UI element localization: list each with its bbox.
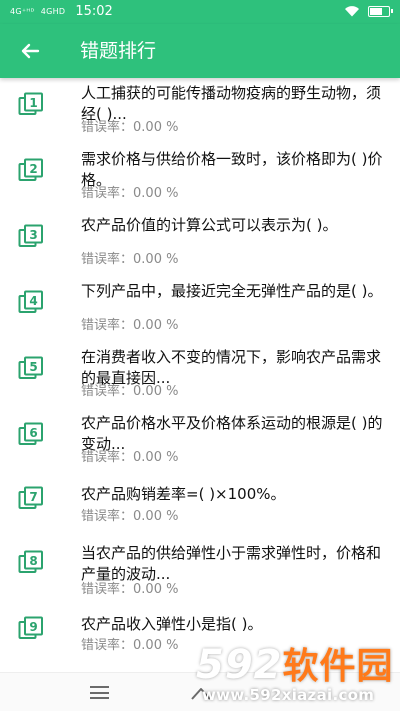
home-icon[interactable] [190, 685, 212, 701]
system-nav-bar [0, 672, 400, 711]
rank-number: 9 [29, 620, 37, 634]
error-rate-value: 0.00 % [133, 509, 179, 524]
error-rate-label: 错误率： [81, 318, 134, 333]
error-rate-label: 错误率： [81, 638, 134, 653]
rank-number: 4 [29, 294, 37, 308]
status-left: 4G⁺ᴴᴰ 4GHD 15:02 [10, 4, 113, 19]
error-rate-line: 错误率：0.00 % [81, 252, 178, 268]
question-text: 需求价格与供给价格一致时，该价格即为( )价格。 [81, 150, 383, 189]
question-text: 当农产品的供给弹性小于需求弹性时，价格和产量的波动... [81, 544, 382, 583]
error-rate-line: 错误率：0.00 % [81, 582, 178, 598]
list-item[interactable]: 2 需求价格与供给价格一致时，该价格即为( )价格。 错误率：0.00 % [0, 144, 400, 210]
menu-icon[interactable] [90, 686, 109, 699]
arrow-left-icon[interactable] [16, 37, 44, 65]
question-text: 农产品收入弹性小是指( )。 [81, 615, 263, 633]
status-bar: 4G⁺ᴴᴰ 4GHD 15:02 [0, 0, 400, 24]
list-item[interactable]: 9 农产品收入弹性小是指( )。 错误率：0.00 % [0, 606, 400, 672]
list-item[interactable]: 6 农产品价格水平及价格体系运动的根源是( )的变动... 错误率：0.00 % [0, 408, 400, 474]
list-item[interactable]: 5 在消费者收入不变的情况下，影响农产品需求的最直接因... 错误率：0.00 … [0, 342, 400, 408]
status-time: 15:02 [75, 4, 113, 19]
error-rate-line: 错误率：0.00 % [81, 450, 178, 466]
battery-icon [368, 5, 393, 17]
list-item[interactable]: 1 人工捕获的可能传播动物疫病的野生动物，须经( )... 错误率：0.00 % [0, 78, 400, 144]
page-title: 错题排行 [80, 40, 157, 62]
error-rate-value: 0.00 % [133, 638, 179, 653]
rank-number: 2 [29, 162, 37, 176]
error-rate-label: 错误率： [81, 384, 134, 399]
error-rate-line: 错误率：0.00 % [81, 318, 178, 334]
error-rate-value: 0.00 % [133, 186, 179, 201]
rank-number: 3 [29, 228, 37, 242]
wifi-icon [345, 6, 359, 17]
error-rate-label: 错误率： [81, 120, 134, 135]
error-rate-label: 错误率： [81, 252, 134, 267]
question-text: 农产品购销差率=( )×100%。 [81, 485, 286, 503]
question-text: 在消费者收入不变的情况下，影响农产品需求的最直接因... [81, 348, 382, 387]
rank-8-icon: 8 [18, 550, 44, 574]
list-item[interactable]: 4 下列产品中，最接近完全无弹性产品的是( )。 错误率：0.00 % [0, 276, 400, 342]
rank-6-icon: 6 [18, 422, 44, 446]
rank-9-icon: 9 [18, 616, 44, 640]
status-right [344, 5, 393, 17]
error-rate-value: 0.00 % [133, 582, 179, 597]
rank-number: 8 [29, 554, 37, 568]
rank-5-icon: 5 [18, 356, 44, 380]
error-rate-line: 错误率：0.00 % [81, 186, 178, 202]
rank-2-icon: 2 [18, 158, 44, 182]
error-rate-line: 错误率：0.00 % [81, 509, 178, 525]
rank-3-icon: 3 [18, 224, 44, 248]
question-text: 下列产品中，最接近完全无弹性产品的是( )。 [81, 282, 383, 300]
rank-4-icon: 4 [18, 290, 44, 314]
error-rate-line: 错误率：0.00 % [81, 120, 178, 136]
list-item[interactable]: 8 当农产品的供给弹性小于需求弹性时，价格和产量的波动... 错误率：0.00 … [0, 540, 400, 606]
error-rate-value: 0.00 % [133, 384, 179, 399]
rank-number: 1 [29, 96, 37, 110]
rank-number: 5 [29, 360, 37, 374]
rank-number: 7 [29, 490, 37, 504]
error-rate-value: 0.00 % [133, 120, 179, 135]
signal-indicator-2: 4GHD [40, 6, 66, 16]
error-rate-value: 0.00 % [133, 450, 179, 465]
error-rate-value: 0.00 % [133, 318, 179, 333]
error-rate-label: 错误率： [81, 509, 134, 524]
error-rate-label: 错误率： [81, 186, 134, 201]
wrong-question-list: 1 人工捕获的可能传播动物疫病的野生动物，须经( )... 错误率：0.00 %… [0, 78, 400, 672]
rank-1-icon: 1 [18, 92, 44, 116]
list-item[interactable]: 3 农产品价值的计算公式可以表示为( )。 错误率：0.00 % [0, 210, 400, 276]
rank-number: 6 [29, 426, 37, 440]
signal-indicator-1: 4G⁺ᴴᴰ [10, 6, 35, 16]
error-rate-label: 错误率： [81, 450, 134, 465]
error-rate-line: 错误率：0.00 % [81, 638, 178, 654]
rank-7-icon: 7 [18, 486, 44, 510]
error-rate-value: 0.00 % [133, 252, 179, 267]
error-rate-label: 错误率： [81, 582, 134, 597]
error-rate-line: 错误率：0.00 % [81, 384, 178, 400]
list-item[interactable]: 7 农产品购销差率=( )×100%。 错误率：0.00 % [0, 474, 400, 540]
question-text: 人工捕获的可能传播动物疫病的野生动物，须经( )... [81, 84, 382, 123]
app-bar: 错题排行 [0, 24, 400, 78]
question-text: 农产品价格水平及价格体系运动的根源是( )的变动... [81, 414, 383, 453]
question-text: 农产品价值的计算公式可以表示为( )。 [81, 216, 338, 234]
